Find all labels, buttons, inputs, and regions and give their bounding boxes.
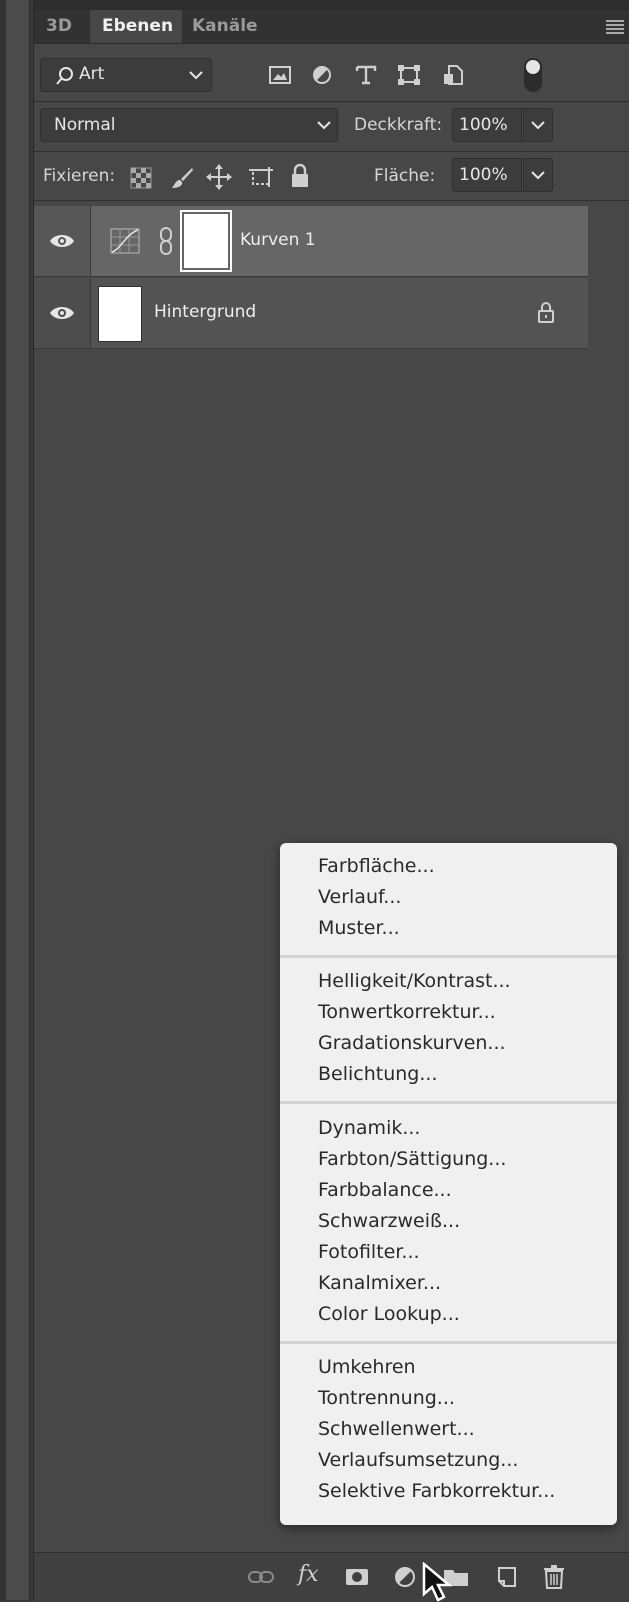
- blend-mode-select[interactable]: Normal: [40, 108, 338, 142]
- menu-item-umkehren[interactable]: Umkehren: [318, 1356, 416, 1378]
- tab-bar: 3D Ebenen Kanäle: [34, 0, 629, 44]
- curves-adjustment-icon: [110, 228, 140, 254]
- opacity-value: 100%: [459, 115, 508, 135]
- lock-image-pixels-icon[interactable]: [170, 166, 194, 190]
- adjustment-filter-icon[interactable]: [310, 64, 334, 86]
- menu-item-kanalmixer[interactable]: Kanalmixer...: [318, 1272, 441, 1294]
- divider: [34, 151, 629, 152]
- blend-mode-value: Normal: [54, 115, 116, 135]
- layer-row-kurven[interactable]: Kurven 1: [34, 206, 588, 277]
- panel-menu-icon[interactable]: [606, 20, 624, 34]
- chevron-down-icon: [531, 121, 545, 130]
- opacity-dropdown-button[interactable]: [523, 108, 553, 142]
- menu-item-farbbalance[interactable]: Farbbalance...: [318, 1179, 452, 1201]
- menu-item-gradationskurven[interactable]: Gradationskurven...: [318, 1032, 506, 1054]
- adjustment-layer-icon[interactable]: [392, 1564, 418, 1590]
- layer-name[interactable]: Kurven 1: [240, 230, 316, 250]
- menu-item-dynamik[interactable]: Dynamik...: [318, 1117, 420, 1139]
- visibility-toggle[interactable]: [34, 206, 91, 276]
- filter-toggle[interactable]: [524, 58, 542, 92]
- opacity-input[interactable]: 100%: [452, 108, 522, 142]
- menu-separator: [280, 955, 617, 958]
- tab-3d[interactable]: 3D: [34, 10, 84, 43]
- adjustment-menu: Farbfläche... Verlauf... Muster... Helli…: [280, 843, 617, 1525]
- tab-ebenen[interactable]: Ebenen: [90, 10, 182, 43]
- eye-icon: [50, 235, 74, 247]
- opacity-label: Deckkraft:: [354, 115, 443, 135]
- search-icon: [56, 67, 73, 85]
- menu-separator: [280, 1341, 617, 1344]
- tab-bar-top: [34, 0, 629, 10]
- menu-item-schwarzweiss[interactable]: Schwarzweiß...: [318, 1210, 460, 1232]
- fx-icon[interactable]: fx: [298, 1562, 319, 1588]
- tab-kanaele[interactable]: Kanäle: [180, 10, 270, 43]
- layer-thumbnail[interactable]: [98, 286, 142, 342]
- panel-footer: fx: [34, 1552, 629, 1601]
- chevron-down-icon: [531, 171, 545, 180]
- fill-value: 100%: [459, 165, 508, 185]
- fill-label: Fläche:: [374, 166, 436, 186]
- chevron-down-icon: [189, 71, 203, 80]
- image-filter-icon[interactable]: [268, 64, 292, 86]
- filter-toggle-knob: [526, 60, 540, 74]
- menu-item-verlauf[interactable]: Verlauf...: [318, 886, 401, 908]
- left-panel-strip: [0, 0, 30, 1600]
- layer-name[interactable]: Hintergrund: [154, 302, 256, 322]
- divider: [34, 200, 629, 201]
- lock-all-icon[interactable]: [290, 163, 310, 189]
- layer-filter-label: Art: [79, 64, 105, 84]
- lock-position-icon[interactable]: [206, 164, 232, 190]
- menu-separator: [280, 1101, 617, 1104]
- shape-filter-icon[interactable]: [397, 64, 421, 86]
- menu-item-schwellenwert[interactable]: Schwellenwert...: [318, 1418, 475, 1440]
- mouse-cursor-icon: [422, 1562, 453, 1602]
- layer-row-hintergrund[interactable]: Hintergrund: [34, 278, 588, 349]
- link-layers-icon[interactable]: [248, 1564, 274, 1590]
- fill-dropdown-button[interactable]: [523, 158, 553, 192]
- visibility-toggle[interactable]: [34, 278, 91, 348]
- layer-filter-select[interactable]: Art: [40, 58, 212, 92]
- menu-item-muster[interactable]: Muster...: [318, 917, 400, 939]
- menu-item-helligkeit-kontrast[interactable]: Helligkeit/Kontrast...: [318, 970, 511, 992]
- layer-mask-thumbnail[interactable]: [184, 214, 228, 268]
- menu-item-fotofilter[interactable]: Fotofilter...: [318, 1241, 420, 1263]
- menu-item-farbflaeche[interactable]: Farbfläche...: [318, 855, 435, 877]
- lock-icon: [538, 302, 554, 323]
- left-edge: [0, 0, 6, 1600]
- lock-label: Fixieren:: [43, 166, 116, 186]
- menu-item-verlaufsumsetzung[interactable]: Verlaufsumsetzung...: [318, 1449, 518, 1471]
- divider: [34, 101, 629, 102]
- smart-object-filter-icon[interactable]: [441, 64, 465, 86]
- type-filter-icon[interactable]: [354, 64, 378, 86]
- menu-item-tonwertkorrektur[interactable]: Tonwertkorrektur...: [318, 1001, 496, 1023]
- trash-icon[interactable]: [542, 1564, 566, 1590]
- menu-item-belichtung[interactable]: Belichtung...: [318, 1063, 437, 1085]
- layer-mask-icon[interactable]: [344, 1564, 370, 1590]
- lock-artboard-icon[interactable]: [248, 166, 274, 188]
- lock-transparent-pixels-icon[interactable]: [130, 167, 152, 189]
- new-layer-icon[interactable]: [494, 1564, 520, 1590]
- menu-item-color-lookup[interactable]: Color Lookup...: [318, 1303, 460, 1325]
- chevron-down-icon: [317, 121, 331, 130]
- menu-item-farbton-saettigung[interactable]: Farbton/Sättigung...: [318, 1148, 506, 1170]
- menu-item-tontrennung[interactable]: Tontrennung...: [318, 1387, 455, 1409]
- eye-icon: [50, 307, 74, 319]
- fill-input[interactable]: 100%: [452, 158, 522, 192]
- menu-item-selektive-farbkorrektur[interactable]: Selektive Farbkorrektur...: [318, 1480, 555, 1502]
- mask-link-icon[interactable]: [159, 226, 173, 256]
